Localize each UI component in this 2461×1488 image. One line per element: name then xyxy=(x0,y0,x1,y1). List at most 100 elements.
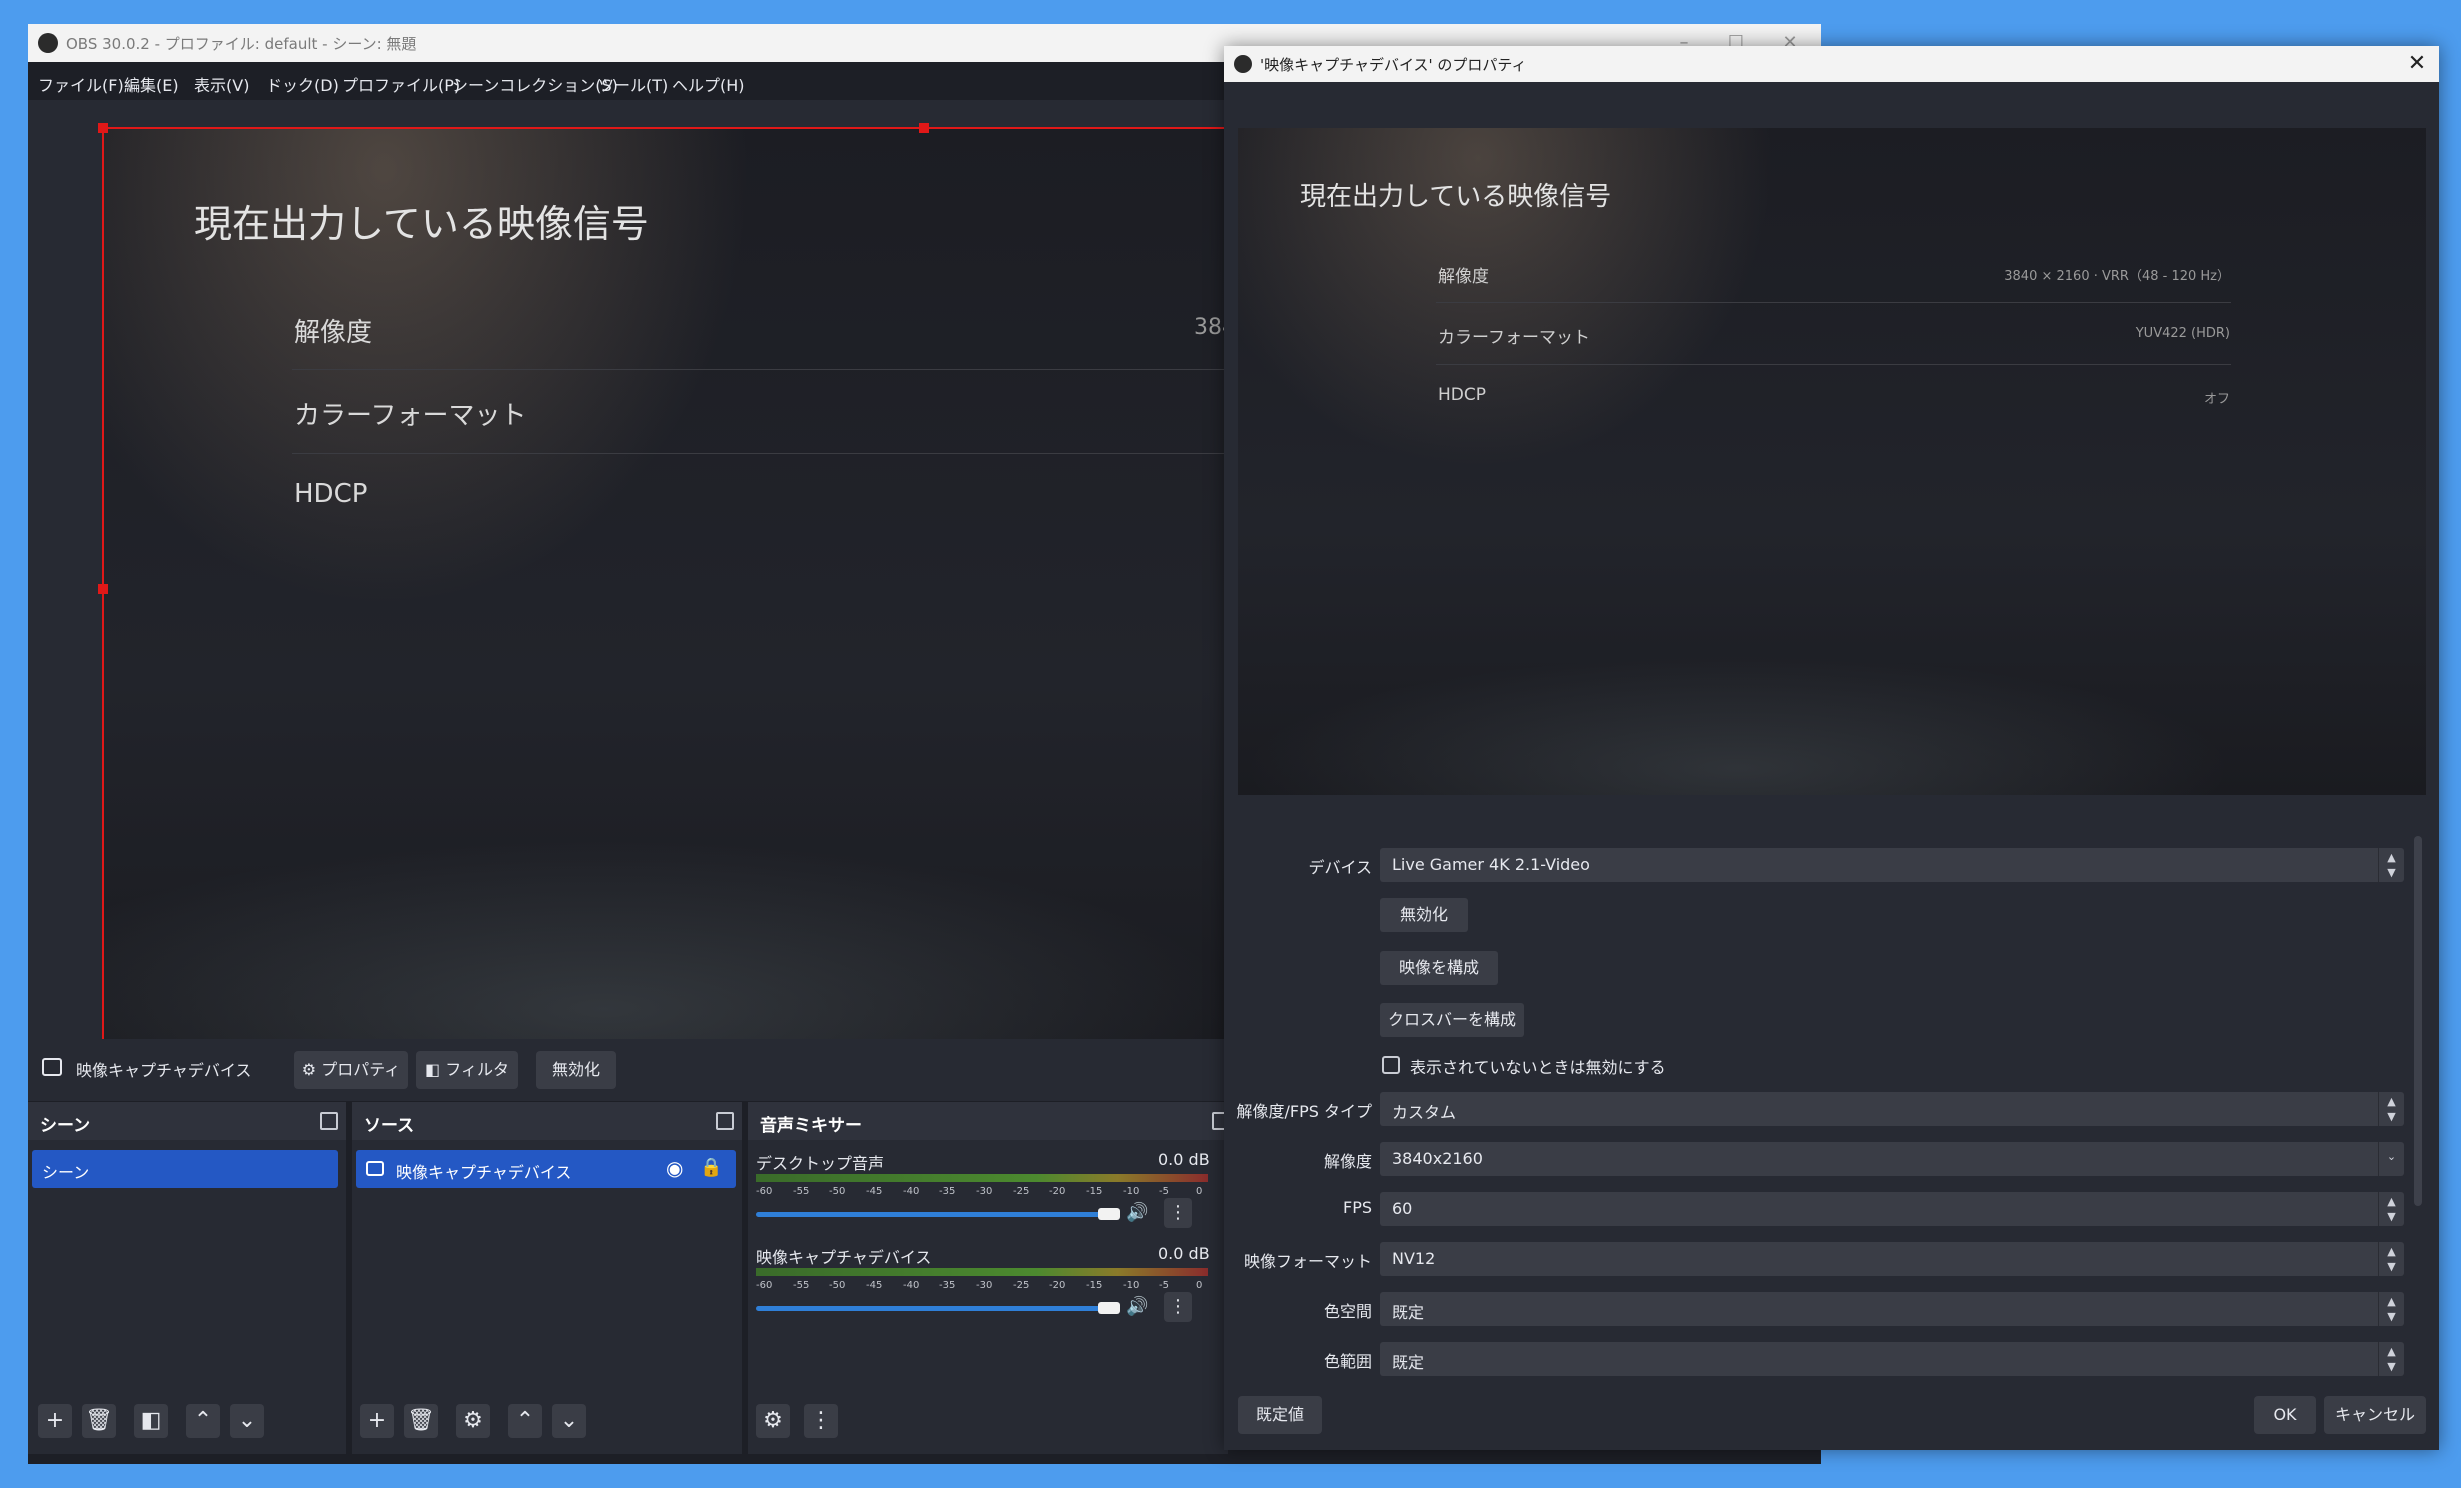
filters-button[interactable]: ◧ フィルタ xyxy=(416,1051,518,1089)
dialog-preview-hdcp-label: HDCP xyxy=(1438,385,1486,405)
status-bar xyxy=(28,1454,1821,1464)
move-down-icon[interactable]: ⌄ xyxy=(552,1404,586,1438)
menu-file[interactable]: ファイル(F) xyxy=(38,72,124,96)
properties-dialog: '映像キャプチャデバイス' のプロパティ ✕ 現在出力している映像信号 解像度 … xyxy=(1224,46,2439,1450)
meter-scale-tick: -60 xyxy=(756,1280,773,1291)
speaker-icon[interactable]: 🔊 xyxy=(1126,1202,1148,1223)
fps-label: FPS xyxy=(1342,1198,1372,1217)
menu-dock[interactable]: ドック(D) xyxy=(266,72,339,96)
device-select[interactable]: Live Gamer 4K 2.1-Video ▲ ▼ xyxy=(1380,848,2404,882)
remove-source-icon[interactable]: 🗑 xyxy=(404,1404,438,1438)
undock-icon[interactable] xyxy=(716,1112,734,1130)
add-source-button[interactable]: + xyxy=(360,1404,394,1438)
filters-button-label: フィルタ xyxy=(445,1060,509,1079)
properties-scrollbar[interactable] xyxy=(2414,836,2422,1206)
dialog-title: '映像キャプチャデバイス' のプロパティ xyxy=(1260,56,1527,74)
mixer-channel-db: 0.0 dB xyxy=(1158,1150,1210,1169)
remove-scene-icon[interactable]: 🗑 xyxy=(82,1404,116,1438)
resolution-value: 3840x2160 xyxy=(1392,1149,1483,1168)
channel-menu-icon[interactable]: ⋮ xyxy=(1164,1292,1192,1322)
menu-help[interactable]: ヘルプ(H) xyxy=(672,72,745,96)
video-format-value: NV12 xyxy=(1392,1249,1436,1268)
volume-slider[interactable] xyxy=(756,1306,1106,1311)
move-up-icon[interactable]: ⌃ xyxy=(508,1404,542,1438)
meter-scale-tick: -40 xyxy=(903,1186,920,1197)
preview-canvas[interactable]: 現在出力している映像信号 解像度 3840 × カラーフォーマット HDCP xyxy=(98,123,1275,1052)
properties-button[interactable]: ⚙ プロパティ xyxy=(294,1051,408,1089)
res-fps-type-label: 解像度/FPS タイプ xyxy=(1236,1102,1373,1121)
close-icon[interactable]: ✕ xyxy=(2402,50,2432,78)
dialog-preview-resolution-label: 解像度 xyxy=(1438,267,1489,287)
transform-handle[interactable] xyxy=(98,584,108,594)
move-up-icon[interactable]: ⌃ xyxy=(186,1404,220,1438)
color-range-value: 既定 xyxy=(1392,1353,1425,1372)
preview-color-format-label: カラーフォーマット xyxy=(294,401,527,431)
meter-scale-tick: -25 xyxy=(1013,1280,1030,1291)
menu-edit[interactable]: 編集(E) xyxy=(124,72,179,96)
resolution-select[interactable]: 3840x2160 ⌄ xyxy=(1380,1142,2404,1176)
scenes-dock-header: シーン xyxy=(28,1102,346,1140)
eye-icon[interactable]: ◉ xyxy=(666,1156,683,1180)
color-range-select[interactable]: 既定 ▲ ▼ xyxy=(1380,1342,2404,1376)
scene-list-item-label: シーン xyxy=(42,1163,90,1182)
meter-scale-tick: -10 xyxy=(1123,1280,1140,1291)
move-down-icon[interactable]: ⌄ xyxy=(230,1404,264,1438)
color-space-select[interactable]: 既定 ▲ ▼ xyxy=(1380,1292,2404,1326)
menu-profile[interactable]: プロファイル(P) xyxy=(342,72,460,96)
dialog-preview-hdcp-value: オフ xyxy=(2203,392,2230,407)
meter-scale-tick: -30 xyxy=(976,1186,993,1197)
ok-button[interactable]: OK xyxy=(2254,1396,2316,1434)
fps-select[interactable]: 60 ▲ ▼ xyxy=(1380,1192,2404,1226)
res-fps-type-value: カスタム xyxy=(1392,1103,1457,1122)
defaults-button[interactable]: 既定値 xyxy=(1238,1396,1322,1434)
mixer-channel-name: デスクトップ音声 xyxy=(756,1154,885,1173)
cancel-button[interactable]: キャンセル xyxy=(2324,1396,2426,1434)
lock-icon[interactable]: 🔒 xyxy=(700,1157,722,1178)
transform-handle[interactable] xyxy=(98,123,108,133)
volume-slider-handle[interactable] xyxy=(1098,1208,1120,1220)
add-scene-button[interactable]: + xyxy=(38,1404,72,1438)
meter-scale-tick: -25 xyxy=(1013,1186,1030,1197)
disable-device-button[interactable]: 無効化 xyxy=(1380,898,1468,932)
meter-scale-tick: -20 xyxy=(1049,1186,1066,1197)
meter-scale-tick: -30 xyxy=(976,1280,993,1291)
source-properties-icon[interactable]: ⚙ xyxy=(456,1404,490,1438)
scene-list-item[interactable]: シーン xyxy=(32,1150,338,1188)
preview-area[interactable]: 現在出力している映像信号 解像度 3840 × カラーフォーマット HDCP xyxy=(28,100,1275,1060)
menu-tools[interactable]: ツール(T) xyxy=(598,72,668,96)
dialog-preview-color-format-value: YUV422 (HDR) xyxy=(2135,326,2230,341)
color-space-label: 色空間 xyxy=(1323,1302,1372,1321)
obs-logo-icon xyxy=(38,33,58,53)
undock-icon[interactable] xyxy=(320,1112,338,1130)
mixer-menu-icon[interactable]: ⋮ xyxy=(804,1404,838,1438)
meter-scale-tick: -5 xyxy=(1159,1186,1169,1197)
disable-button[interactable]: 無効化 xyxy=(536,1051,616,1089)
transform-handle[interactable] xyxy=(919,123,929,133)
mixer-channel-name: 映像キャプチャデバイス xyxy=(756,1248,932,1267)
advanced-audio-icon[interactable]: ⚙ xyxy=(756,1404,790,1438)
volume-slider[interactable] xyxy=(756,1212,1106,1217)
updown-icon: ▲ ▼ xyxy=(2378,848,2404,882)
scenes-dock-title: シーン xyxy=(40,1116,91,1136)
meter-scale-tick: -55 xyxy=(793,1280,810,1291)
speaker-icon[interactable]: 🔊 xyxy=(1126,1296,1148,1317)
menu-scene-collection[interactable]: シーンコレクション(S) xyxy=(452,72,618,96)
dialog-preview-color-format-label: カラーフォーマット xyxy=(1438,328,1590,348)
volume-meter xyxy=(756,1174,1208,1182)
video-format-select[interactable]: NV12 ▲ ▼ xyxy=(1380,1242,2404,1276)
source-list-item[interactable]: 映像キャプチャデバイス ◉ 🔒 xyxy=(356,1150,736,1188)
meter-scale-tick: 0 xyxy=(1196,1280,1203,1291)
menu-view[interactable]: 表示(V) xyxy=(194,72,249,96)
filter-icon: ◧ xyxy=(425,1060,441,1079)
camera-icon xyxy=(366,1161,384,1176)
channel-menu-icon[interactable]: ⋮ xyxy=(1164,1198,1192,1228)
deactivate-when-hidden-checkbox[interactable] xyxy=(1382,1056,1400,1074)
dialog-preview-resolution-value: 3840 × 2160 · VRR（48 - 120 Hz） xyxy=(2004,269,2230,284)
selected-source-name: 映像キャプチャデバイス xyxy=(76,1061,252,1080)
meter-scale-tick: 0 xyxy=(1196,1186,1203,1197)
scene-filters-icon[interactable]: ◧ xyxy=(134,1404,168,1438)
volume-slider-handle[interactable] xyxy=(1098,1302,1120,1314)
res-fps-type-select[interactable]: カスタム ▲ ▼ xyxy=(1380,1092,2404,1126)
configure-crossbar-button[interactable]: クロスバーを構成 xyxy=(1380,1003,1524,1037)
configure-video-button[interactable]: 映像を構成 xyxy=(1380,951,1498,985)
